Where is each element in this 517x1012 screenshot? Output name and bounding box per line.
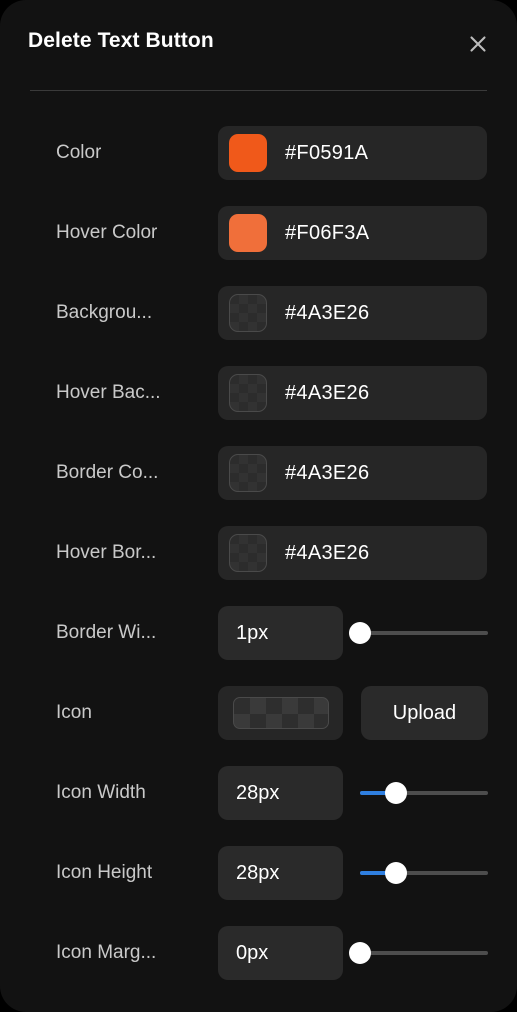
value-text: 28px <box>236 781 280 804</box>
close-button[interactable] <box>462 28 494 60</box>
row-label-icon-width: Icon Width <box>56 782 146 803</box>
value-text: 1px <box>236 621 269 644</box>
slider-thumb[interactable] <box>349 622 371 644</box>
value-text: 28px <box>236 861 280 884</box>
property-row: Icon Marg... 0px <box>0 913 517 993</box>
transparency-checker-icon <box>232 697 329 729</box>
header-divider <box>30 90 487 91</box>
color-swatch[interactable] <box>229 534 267 572</box>
property-row: Icon Upload <box>0 673 517 753</box>
page-title: Delete Text Button <box>28 29 214 52</box>
color-field-border-co[interactable]: #4A3E26 <box>218 446 487 500</box>
slider-icon-marg[interactable] <box>349 940 488 966</box>
row-label-hover-bac: Hover Bac... <box>56 382 161 403</box>
property-row: Hover Color #F06F3A <box>0 193 517 273</box>
slider-thumb[interactable] <box>384 862 407 884</box>
color-field-color[interactable]: #F0591A <box>218 126 487 180</box>
color-swatch[interactable] <box>229 134 267 172</box>
slider-border-wi[interactable] <box>349 620 488 646</box>
color-swatch[interactable] <box>229 454 267 492</box>
value-input-border-wi[interactable]: 1px <box>218 606 343 660</box>
color-hex-value[interactable]: #4A3E26 <box>285 462 369 485</box>
color-hex-value[interactable]: #4A3E26 <box>285 302 369 325</box>
property-row: Icon Height 28px <box>0 833 517 913</box>
upload-button[interactable]: Upload <box>361 686 488 740</box>
property-row: Hover Bac... #4A3E26 <box>0 353 517 433</box>
color-swatch[interactable] <box>229 214 267 252</box>
property-row: Border Wi... 1px <box>0 593 517 673</box>
row-label-icon-height: Icon Height <box>56 862 153 883</box>
property-panel: Delete Text Button Color #F0591A Hover Col… <box>0 0 517 1012</box>
slider-track[interactable] <box>360 951 488 955</box>
color-hex-value[interactable]: #4A3E26 <box>285 382 369 405</box>
value-text: 0px <box>236 941 269 964</box>
property-row: Icon Width 28px <box>0 753 517 833</box>
row-label-backgrou: Backgrou... <box>56 302 153 323</box>
property-row: Backgrou... #4A3E26 <box>0 273 517 353</box>
color-swatch[interactable] <box>229 294 267 332</box>
property-row: Color #F0591A <box>0 113 517 193</box>
row-label-color: Color <box>56 142 102 163</box>
color-field-hover-bor[interactable]: #4A3E26 <box>218 526 487 580</box>
value-input-icon-marg[interactable]: 0px <box>218 926 343 980</box>
color-swatch[interactable] <box>229 374 267 412</box>
value-input-icon-height[interactable]: 28px <box>218 846 343 900</box>
color-hex-value[interactable]: #4A3E26 <box>285 542 369 565</box>
slider-track[interactable] <box>360 631 488 635</box>
slider-thumb[interactable] <box>384 782 407 804</box>
value-input-icon-width[interactable]: 28px <box>218 766 343 820</box>
row-label-hover-color: Hover Color <box>56 222 158 243</box>
row-label-border-wi: Border Wi... <box>56 622 157 643</box>
color-field-backgrou[interactable]: #4A3E26 <box>218 286 487 340</box>
row-label-border-co: Border Co... <box>56 462 159 483</box>
close-icon <box>468 34 488 54</box>
color-field-hover-bac[interactable]: #4A3E26 <box>218 366 487 420</box>
icon-preview[interactable] <box>218 686 343 740</box>
color-field-hover-color[interactable]: #F06F3A <box>218 206 487 260</box>
property-rows: Color #F0591A Hover Color #F06F3A Backgrou..… <box>0 113 517 993</box>
slider-icon-height[interactable] <box>360 860 488 886</box>
row-label-hover-bor: Hover Bor... <box>56 542 157 563</box>
property-row: Hover Bor... #4A3E26 <box>0 513 517 593</box>
color-hex-value[interactable]: #F06F3A <box>285 222 369 245</box>
property-row: Border Co... #4A3E26 <box>0 433 517 513</box>
row-label-icon-marg: Icon Marg... <box>56 942 157 963</box>
slider-thumb[interactable] <box>349 942 371 964</box>
slider-icon-width[interactable] <box>360 780 488 806</box>
color-hex-value[interactable]: #F0591A <box>285 142 368 165</box>
panel-header: Delete Text Button <box>0 0 517 90</box>
row-label-icon: Icon <box>56 702 92 723</box>
